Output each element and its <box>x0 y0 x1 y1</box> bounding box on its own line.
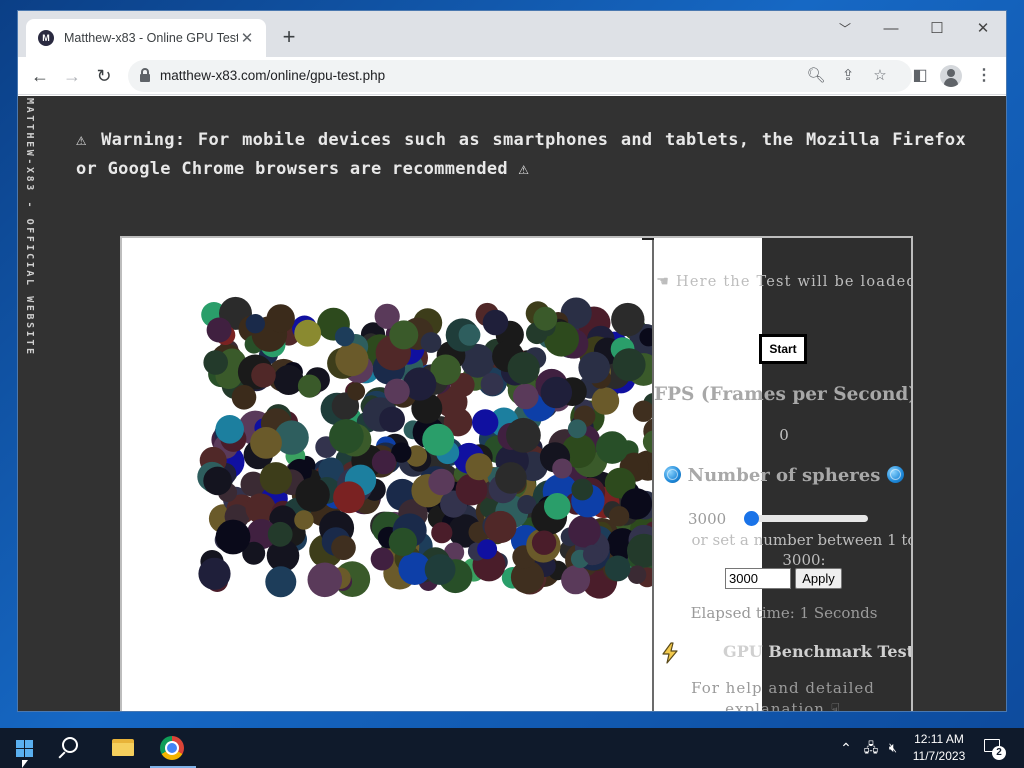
side-panel-icon[interactable]: ◧ <box>906 62 934 90</box>
minimize-button[interactable]: — <box>868 15 914 43</box>
spheres-number-input[interactable] <box>725 568 791 589</box>
tab-strip: M Matthew-x83 - Online GPU Test ✕ + ﹀ — … <box>18 11 1006 57</box>
lightning-bolt-icon <box>662 642 678 664</box>
taskbar-search-icon[interactable] <box>48 728 96 768</box>
set-number-label: or set a number between 1 to 3000: <box>691 531 913 569</box>
spheres-slider[interactable] <box>744 511 868 526</box>
url-text[interactable]: matthew-x83.com/online/gpu-test.php <box>160 68 385 83</box>
apply-button[interactable]: Apply <box>795 568 842 589</box>
fps-value: 0 <box>779 426 789 444</box>
elapsed-time: Elapsed time: 1 Seconds <box>690 604 878 622</box>
bookmark-star-icon[interactable]: ☆ <box>868 64 892 88</box>
volume-muted-icon[interactable]: 🔇︎ <box>884 738 902 758</box>
forward-arrow-icon[interactable]: → <box>58 62 86 90</box>
reload-icon[interactable]: ↻ <box>90 62 118 90</box>
gpu-test-frame: ☚ Here the Test will be loaded Start FPS… <box>120 236 913 711</box>
more-menu-icon[interactable]: ⋮ <box>970 62 998 90</box>
mobile-warning: ⚠ Warning: For mobile devices such as sm… <box>76 130 966 179</box>
globe-icon <box>664 466 682 483</box>
side-brand-text: MATTHEW-X83 - OFFICIAL WEBSITE <box>24 98 35 357</box>
page-content: MATTHEW-X83 - OFFICIAL WEBSITE ⚠ Warning… <box>18 96 1006 711</box>
test-loaded-note: ☚ Here the Test will be loaded <box>656 274 913 290</box>
spheres-title-label: Number of spheres <box>687 465 881 486</box>
clock-time: 12:11 AM <box>914 732 964 746</box>
close-window-button[interactable]: ✕ <box>960 15 1006 43</box>
share-icon[interactable]: ⇪ <box>836 64 860 88</box>
browser-toolbar: ← → ↻ matthew-x83.com/online/gpu-test.ph… <box>18 57 1006 95</box>
notification-count: 2 <box>992 746 1006 760</box>
mouse-cursor <box>22 760 28 768</box>
profile-avatar-icon[interactable] <box>940 65 962 87</box>
clock-date: 11/7/2023 <box>912 749 966 763</box>
tab-close-icon[interactable]: ✕ <box>238 29 256 47</box>
file-explorer-icon[interactable] <box>100 728 148 768</box>
chrome-icon[interactable] <box>148 728 196 768</box>
tray-chevron-icon[interactable]: ⌃ <box>838 738 854 758</box>
maximize-button[interactable]: ☐ <box>914 15 960 43</box>
fps-title: FPS (Frames per Second) <box>654 384 913 405</box>
zoom-search-icon[interactable]: 🔍︎ <box>804 64 828 88</box>
slider-thumb[interactable] <box>744 511 759 526</box>
tab-gpu-test[interactable]: M Matthew-x83 - Online GPU Test ✕ <box>26 19 266 57</box>
start-button[interactable]: Start <box>759 334 807 364</box>
new-tab-button[interactable]: + <box>276 25 302 51</box>
control-panel: ☚ Here the Test will be loaded Start FPS… <box>122 238 913 711</box>
globe-icon <box>886 466 904 483</box>
taskbar: ⌃ 🖧︎ 🔇︎ 12:11 AM 11/7/2023 2 <box>0 728 1024 768</box>
site-favicon-icon: M <box>38 30 54 46</box>
system-clock[interactable]: 12:11 AM 11/7/2023 <box>904 731 974 765</box>
back-arrow-icon[interactable]: ← <box>26 62 54 90</box>
tab-search-button[interactable]: ﹀ <box>822 15 868 43</box>
lock-icon <box>140 68 150 82</box>
browser-window: M Matthew-x83 - Online GPU Test ✕ + ﹀ — … <box>18 11 1006 711</box>
notification-center-icon[interactable]: 2 <box>982 737 1006 760</box>
tab-title: Matthew-x83 - Online GPU Test <box>64 31 239 45</box>
network-icon[interactable]: 🖧︎ <box>862 738 880 758</box>
help-link-text[interactable]: For help and detailed explanation ☟ <box>668 678 898 711</box>
benchmark-title: GPU Benchmark Test <box>723 642 913 661</box>
spheres-title: Number of spheres <box>654 465 911 486</box>
address-bar[interactable]: matthew-x83.com/online/gpu-test.php 🔍︎ ⇪… <box>128 60 912 92</box>
sphere-count: 3000 <box>688 510 727 528</box>
